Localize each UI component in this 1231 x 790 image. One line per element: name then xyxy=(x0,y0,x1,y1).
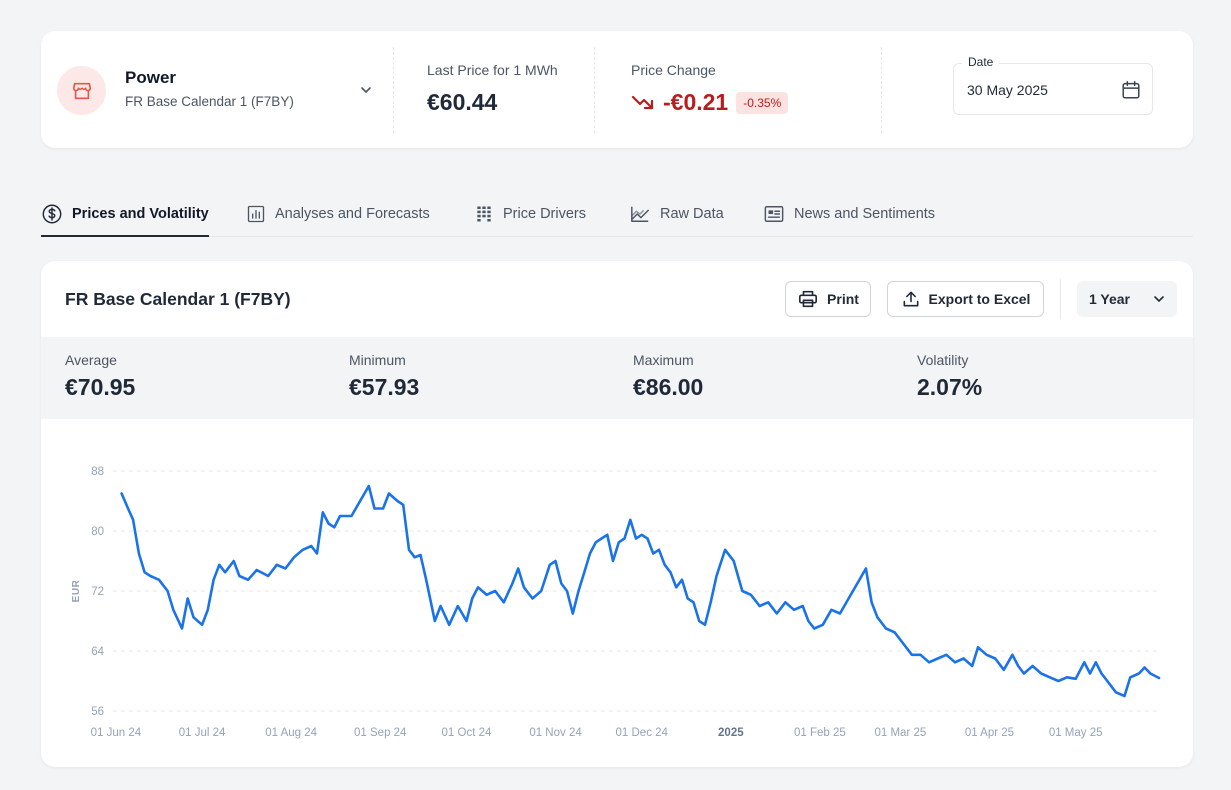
tab-bar: Prices and Volatility Analyses and Forec… xyxy=(41,192,1193,237)
dollar-circle-icon xyxy=(42,204,62,224)
tab-price-drivers[interactable]: Price Drivers xyxy=(474,192,586,236)
stat-minimum: Minimum €57.93 xyxy=(349,352,419,401)
stat-value: €86.00 xyxy=(633,374,704,400)
asset-name: Power xyxy=(125,68,177,87)
y-tick-label: 56 xyxy=(91,706,104,718)
range-value: 1 Year xyxy=(1089,291,1131,307)
x-tick-label: 01 Jul 24 xyxy=(179,727,226,739)
grid-bars-icon xyxy=(477,206,491,222)
stat-average: Average €70.95 xyxy=(65,352,135,401)
instrument-summary-card: Power FR Base Calendar 1 (F7BY) Last Pri… xyxy=(41,31,1193,148)
date-picker[interactable]: Date 30 May 2025 xyxy=(953,55,1153,115)
printer-icon xyxy=(799,290,818,308)
tab-label: News and Sentiments xyxy=(794,206,936,222)
bar-chart-icon xyxy=(247,205,265,223)
divider xyxy=(881,47,882,133)
export-label: Export to Excel xyxy=(928,291,1031,307)
last-price-label: Last Price for 1 MWh xyxy=(427,62,558,78)
stat-label: Average xyxy=(65,352,117,368)
export-excel-button[interactable]: Export to Excel xyxy=(887,281,1044,317)
stat-label: Volatility xyxy=(917,352,969,368)
print-label: Print xyxy=(827,291,859,307)
x-tick-label: 01 Oct 24 xyxy=(442,727,492,739)
store-icon xyxy=(57,66,106,115)
range-select[interactable]: 1 Year xyxy=(1077,281,1177,317)
chevron-down-icon xyxy=(1154,296,1164,303)
price-change: -€0.21 -0.35% xyxy=(631,89,789,116)
x-tick-label: 01 Dec 24 xyxy=(616,727,669,739)
newspaper-icon xyxy=(764,206,784,222)
y-axis-label: EUR xyxy=(71,579,82,602)
tab-analyses-and-forecasts[interactable]: Analyses and Forecasts xyxy=(246,192,430,236)
price-change-badge: -0.35% xyxy=(736,91,789,114)
x-tick-label: 01 Mar 25 xyxy=(874,727,926,739)
last-price-value: €60.44 xyxy=(427,89,498,115)
tab-label: Price Drivers xyxy=(503,206,586,222)
tab-label: Raw Data xyxy=(660,206,724,222)
x-tick-label: 2025 xyxy=(718,727,744,739)
tab-prices-and-volatility[interactable]: Prices and Volatility xyxy=(41,192,209,237)
price-chart-card: FR Base Calendar 1 (F7BY) Print Export t… xyxy=(41,261,1193,767)
asset-contract: FR Base Calendar 1 (F7BY) xyxy=(125,94,294,109)
tab-label: Prices and Volatility xyxy=(72,206,209,222)
stat-value: 2.07% xyxy=(917,374,983,400)
upload-icon xyxy=(903,291,918,307)
y-tick-label: 72 xyxy=(91,586,104,598)
y-tick-label: 64 xyxy=(91,646,104,658)
x-tick-label: 01 Feb 25 xyxy=(794,727,846,739)
x-tick-label: 01 Sep 24 xyxy=(354,727,407,739)
date-label: Date xyxy=(962,55,1000,69)
trend-down-icon xyxy=(631,95,654,109)
y-tick-label: 80 xyxy=(91,526,104,538)
stat-value: €57.93 xyxy=(349,374,420,400)
x-tick-label: 01 Aug 24 xyxy=(265,727,317,739)
x-tick-label: 01 Nov 24 xyxy=(529,727,582,739)
trend-chart-icon xyxy=(631,206,649,222)
divider xyxy=(594,47,595,133)
x-tick-label: 01 May 25 xyxy=(1049,727,1103,739)
price-change-label: Price Change xyxy=(631,62,716,78)
calendar-icon[interactable] xyxy=(1120,79,1142,101)
stat-value: €70.95 xyxy=(65,374,136,400)
stat-volatility: Volatility 2.07% xyxy=(917,352,982,401)
y-tick-label: 88 xyxy=(91,466,104,478)
divider xyxy=(1060,279,1061,319)
stats-bar: Average €70.95 Minimum €57.93 Maximum €8… xyxy=(41,337,1193,419)
price-line-chart: 56 64 72 80 88 01 Jun 24 01 Jul 24 01 Aug 24 01… xyxy=(71,466,1161,739)
stat-maximum: Maximum €86.00 xyxy=(633,352,703,401)
price-change-value: -€0.21 xyxy=(663,89,729,115)
card-title: FR Base Calendar 1 (F7BY) xyxy=(65,289,291,309)
divider xyxy=(393,47,394,133)
x-tick-label: 01 Jun 24 xyxy=(91,727,142,739)
chevron-down-icon[interactable] xyxy=(357,81,375,99)
tab-label: Analyses and Forecasts xyxy=(275,206,430,222)
print-button[interactable]: Print xyxy=(785,281,871,317)
tab-raw-data[interactable]: Raw Data xyxy=(629,192,724,236)
tab-news-and-sentiments[interactable]: News and Sentiments xyxy=(763,192,935,236)
stat-label: Maximum xyxy=(633,352,694,368)
stat-label: Minimum xyxy=(349,352,406,368)
x-tick-label: 01 Apr 25 xyxy=(965,727,1014,739)
date-value[interactable]: 30 May 2025 xyxy=(967,82,1048,98)
